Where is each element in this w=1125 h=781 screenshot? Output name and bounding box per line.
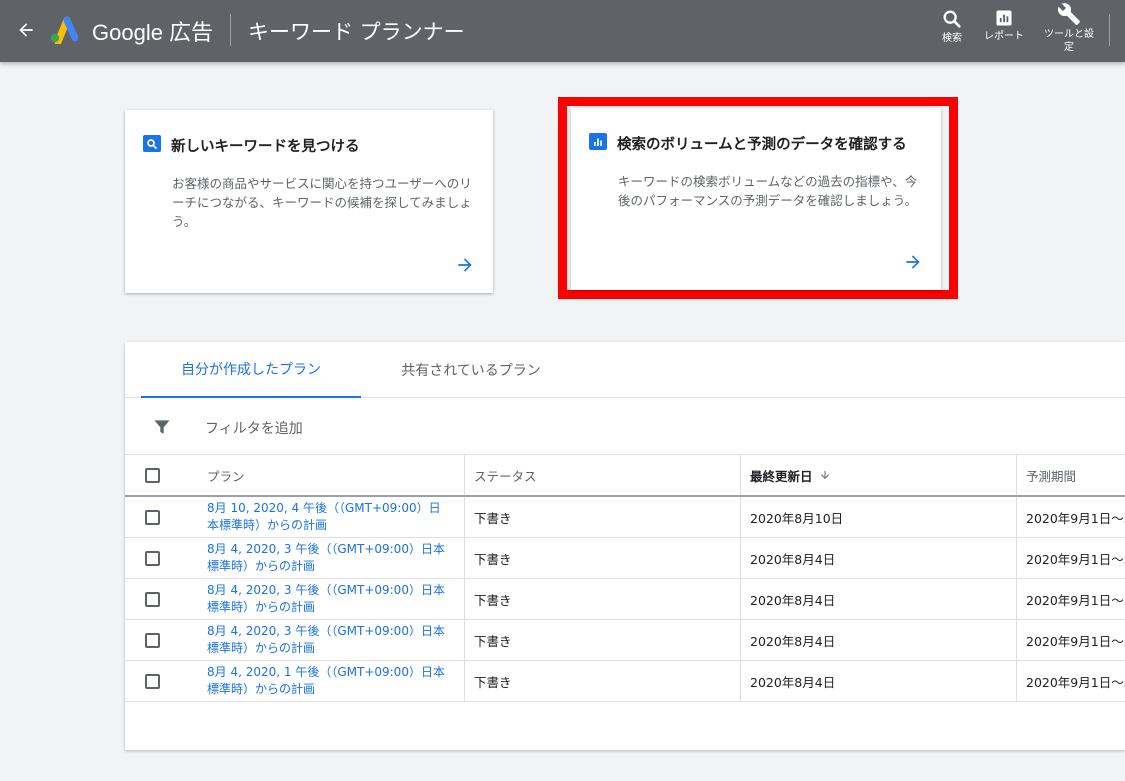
arrow-back-icon xyxy=(19,23,33,37)
plan-link[interactable]: 8月 4, 2020, 3 午後（（GMT+09:00）日本標準時）からの計画 xyxy=(207,541,447,575)
tab-shared-plans[interactable]: 共有されているプラン xyxy=(361,342,581,398)
table-row: 8月 4, 2020, 3 午後（（GMT+09:00）日本標準時）からの計画 … xyxy=(125,538,1125,579)
table-row: 8月 10, 2020, 4 午後（（GMT+09:00）日本標準時）からの計画… xyxy=(125,497,1125,538)
reports-label: レポート xyxy=(984,31,1024,42)
search-icon xyxy=(143,135,161,152)
column-header-status[interactable]: ステータス xyxy=(464,455,740,495)
find-keywords-title: 新しいキーワードを見つける xyxy=(171,139,360,155)
forecast-card[interactable]: 検索のボリュームと予測のデータを確認する キーワードの検索ボリュームなどの過去の… xyxy=(571,108,941,290)
brand-name: Google 広告 xyxy=(92,20,214,45)
search-icon xyxy=(943,10,961,28)
status-cell: 下書き xyxy=(464,661,740,701)
forecast-period-cell: 2020年9月1日～30 xyxy=(1016,538,1125,578)
column-header-forecast-period[interactable]: 予測期間 xyxy=(1016,455,1125,495)
row-checkbox[interactable] xyxy=(145,550,160,566)
status-cell: 下書き xyxy=(464,620,740,660)
row-check-cell xyxy=(145,661,161,701)
row-checkbox[interactable] xyxy=(145,591,160,607)
status-cell: 下書き xyxy=(464,579,740,619)
header-divider-right xyxy=(1109,14,1110,46)
plan-cell: 8月 4, 2020, 3 午後（（GMT+09:00）日本標準時）からの計画 xyxy=(207,620,447,660)
header-reports-button[interactable]: レポート xyxy=(980,8,1028,43)
forecast-title: 検索のボリュームと予測のデータを確認する xyxy=(617,137,907,153)
forecast-description: キーワードの検索ボリュームなどの過去の指標や、今後のパフォーマンスの予測データを… xyxy=(618,174,918,208)
plan-link[interactable]: 8月 4, 2020, 3 午後（（GMT+09:00）日本標準時）からの計画 xyxy=(207,582,447,616)
filter-icon[interactable] xyxy=(152,417,172,437)
status-cell: 下書き xyxy=(464,497,740,537)
wrench-icon xyxy=(1057,3,1080,26)
plan-link[interactable]: 8月 10, 2020, 4 午後（（GMT+09:00）日本標準時）からの計画 xyxy=(207,500,447,534)
forecast-period-cell: 2020年9月1日～30 xyxy=(1016,661,1125,701)
plan-link[interactable]: 8月 4, 2020, 1 午後（（GMT+09:00）日本標準時）からの計画 xyxy=(207,664,447,698)
row-checkbox[interactable] xyxy=(145,509,160,525)
plan-cell: 8月 4, 2020, 3 午後（（GMT+09:00）日本標準時）からの計画 xyxy=(207,538,447,578)
status-cell: 下書き xyxy=(464,538,740,578)
arrow-forward-icon[interactable] xyxy=(455,255,475,275)
forecast-period-cell: 2020年9月1日～30 xyxy=(1016,579,1125,619)
last-updated-cell: 2020年8月4日 xyxy=(740,538,1016,578)
last-updated-cell: 2020年8月10日 xyxy=(740,497,1016,537)
plan-cell: 8月 4, 2020, 1 午後（（GMT+09:00）日本標準時）からの計画 xyxy=(207,661,447,701)
plan-cell: 8月 4, 2020, 3 午後（（GMT+09:00）日本標準時）からの計画 xyxy=(207,579,447,619)
back-button[interactable] xyxy=(12,16,40,44)
last-updated-cell: 2020年8月4日 xyxy=(740,579,1016,619)
filter-bar: フィルタを追加 xyxy=(125,399,1125,455)
plan-cell: 8月 10, 2020, 4 午後（（GMT+09:00）日本標準時）からの計画 xyxy=(207,497,447,537)
find-keywords-card[interactable]: 新しいキーワードを見つける お客様の商品やサービスに関心を持つユーザーへのリーチ… xyxy=(125,110,493,293)
forecast-period-cell: 2020年9月1日～30 xyxy=(1016,497,1125,537)
table-row: 8月 4, 2020, 3 午後（（GMT+09:00）日本標準時）からの計画 … xyxy=(125,579,1125,620)
app-header: Google 広告 キーワード プランナー 検索 レポート ツールと設定 xyxy=(0,0,1125,62)
bar-chart-icon xyxy=(589,133,607,150)
table-row: 8月 4, 2020, 3 午後（（GMT+09:00）日本標準時）からの計画 … xyxy=(125,620,1125,661)
arrow-forward-icon[interactable] xyxy=(903,252,923,272)
column-header-plan[interactable]: プラン xyxy=(207,455,447,495)
header-tools-settings-button[interactable]: ツールと設定 xyxy=(1044,3,1094,54)
google-ads-logo-icon xyxy=(50,16,78,44)
header-divider xyxy=(230,14,231,46)
column-header-status-label: ステータス xyxy=(474,468,537,484)
page-title: キーワード プランナー xyxy=(248,20,465,44)
column-header-forecast-period-label: 予測期間 xyxy=(1026,468,1077,484)
tools-settings-label: ツールと設定 xyxy=(1044,29,1094,53)
plan-link[interactable]: 8月 4, 2020, 3 午後（（GMT+09:00）日本標準時）からの計画 xyxy=(207,623,447,657)
row-check-cell xyxy=(145,620,161,660)
header-search-button[interactable]: 検索 xyxy=(936,8,968,45)
row-checkbox[interactable] xyxy=(145,632,160,648)
plans-table: プラン ステータス 最終更新日 予測期間 8月 10, 2020, 4 午後（（… xyxy=(125,455,1125,702)
select-all-checkbox[interactable] xyxy=(145,467,160,483)
last-updated-cell: 2020年8月4日 xyxy=(740,661,1016,701)
find-keywords-description: お客様の商品やサービスに関心を持つユーザーへのリーチにつながる、キーワードの候補… xyxy=(172,176,472,229)
plan-tabs: 自分が作成したプラン 共有されているプラン xyxy=(125,342,1125,398)
select-all-cell xyxy=(145,455,161,495)
bar-chart-icon xyxy=(996,10,1012,26)
add-filter-button[interactable]: フィルタを追加 xyxy=(205,418,303,438)
row-check-cell xyxy=(145,497,161,537)
search-label: 検索 xyxy=(942,33,962,44)
column-header-last-updated-label: 最終更新日 xyxy=(750,468,813,484)
table-header: プラン ステータス 最終更新日 予測期間 xyxy=(125,455,1125,497)
table-row: 8月 4, 2020, 1 午後（（GMT+09:00）日本標準時）からの計画 … xyxy=(125,661,1125,702)
row-checkbox[interactable] xyxy=(145,673,160,689)
tab-my-plans[interactable]: 自分が作成したプラン xyxy=(141,342,361,398)
forecast-period-cell: 2020年9月1日～30 xyxy=(1016,620,1125,660)
row-check-cell xyxy=(145,538,161,578)
arrow-downward-icon xyxy=(820,471,829,479)
column-header-last-updated[interactable]: 最終更新日 xyxy=(740,455,1016,495)
row-check-cell xyxy=(145,579,161,619)
plans-panel: 自分が作成したプラン 共有されているプラン フィルタを追加 プラン ステータス … xyxy=(125,342,1125,750)
last-updated-cell: 2020年8月4日 xyxy=(740,620,1016,660)
